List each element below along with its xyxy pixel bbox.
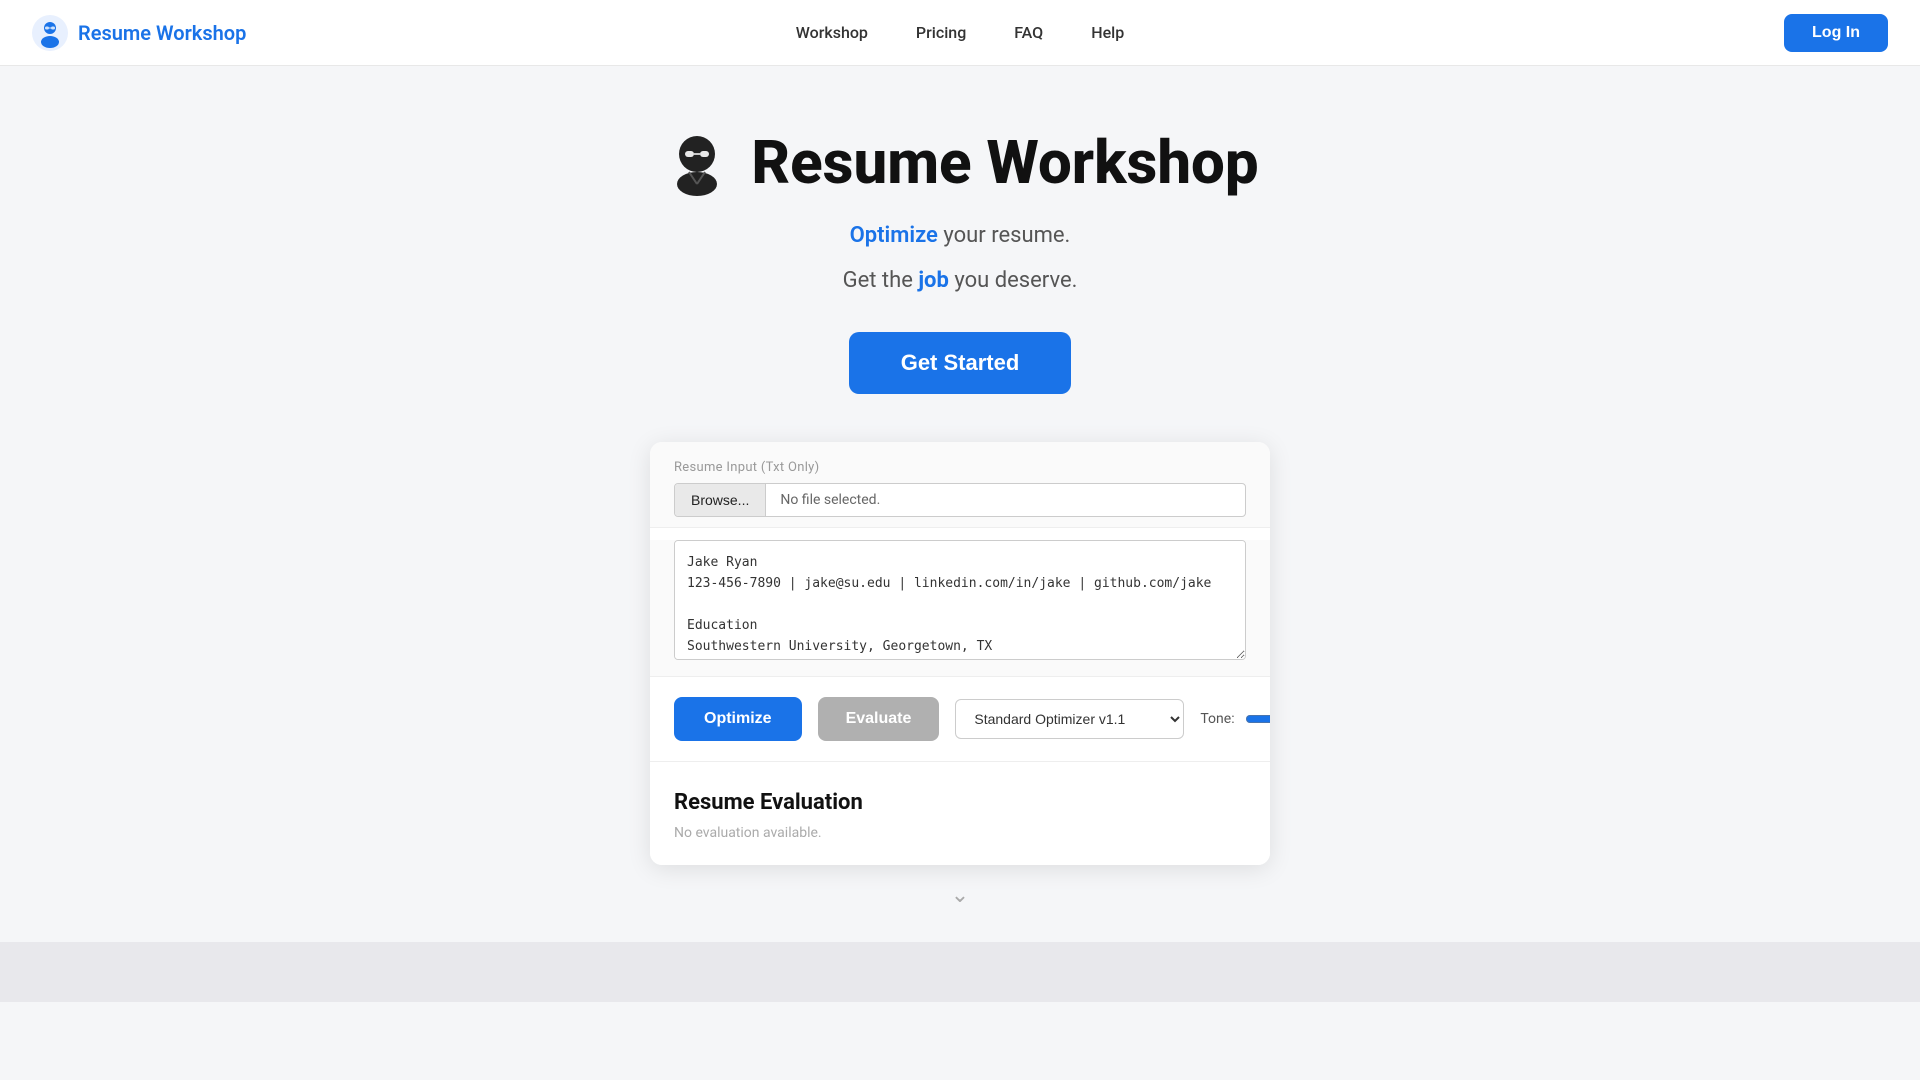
hero-optimize-text: Optimize [850, 223, 938, 248]
evaluate-button[interactable]: Evaluate [818, 697, 940, 741]
evaluation-section: Resume Evaluation No evaluation availabl… [650, 761, 1270, 865]
optimize-button[interactable]: Optimize [674, 697, 802, 741]
main-card: Resume Input (Txt Only) Browse... No fil… [650, 442, 1270, 865]
nav-pricing[interactable]: Pricing [916, 23, 966, 42]
nav-faq[interactable]: FAQ [1014, 23, 1043, 42]
chevron-down-icon: ⌄ [951, 883, 969, 908]
hero-subtitle-line1: Optimize your resume. [850, 218, 1071, 253]
logo-text: Resume Workshop [78, 21, 246, 45]
footer-area [0, 942, 1920, 1002]
logo-link[interactable]: Resume Workshop [32, 15, 246, 51]
hero-title: Resume Workshop [751, 127, 1258, 198]
file-row: Resume Input (Txt Only) Browse... No fil… [650, 442, 1270, 528]
tone-area: Tone: [1200, 711, 1270, 727]
login-button[interactable]: Log In [1784, 14, 1888, 52]
nav-help[interactable]: Help [1091, 23, 1124, 42]
tone-label: Tone: [1200, 711, 1234, 727]
hero-mascot-icon [661, 126, 733, 198]
browse-button[interactable]: Browse... [675, 484, 766, 516]
get-started-button[interactable]: Get Started [849, 332, 1072, 394]
controls-row: Optimize Evaluate Standard Optimizer v1.… [650, 676, 1270, 761]
scroll-indicator: ⌄ [951, 865, 969, 918]
evaluation-title: Resume Evaluation [674, 790, 1246, 815]
file-input-area: Browse... No file selected. [674, 483, 1246, 517]
logo-icon [32, 15, 68, 51]
hero-subtitle-line2: Get the job you deserve. [843, 263, 1078, 298]
tone-slider[interactable] [1245, 711, 1270, 727]
textarea-wrap [650, 540, 1270, 676]
resume-textarea[interactable] [674, 540, 1246, 660]
evaluation-empty: No evaluation available. [674, 825, 1246, 841]
main-nav: Workshop Pricing FAQ Help [796, 23, 1124, 42]
file-name-display: No file selected. [766, 484, 1245, 516]
hero-title-row: Resume Workshop [661, 126, 1258, 198]
file-row-label: Resume Input (Txt Only) [674, 460, 1246, 475]
optimizer-select[interactable]: Standard Optimizer v1.1Advanced Optimize… [955, 699, 1184, 739]
nav-workshop[interactable]: Workshop [796, 23, 868, 42]
